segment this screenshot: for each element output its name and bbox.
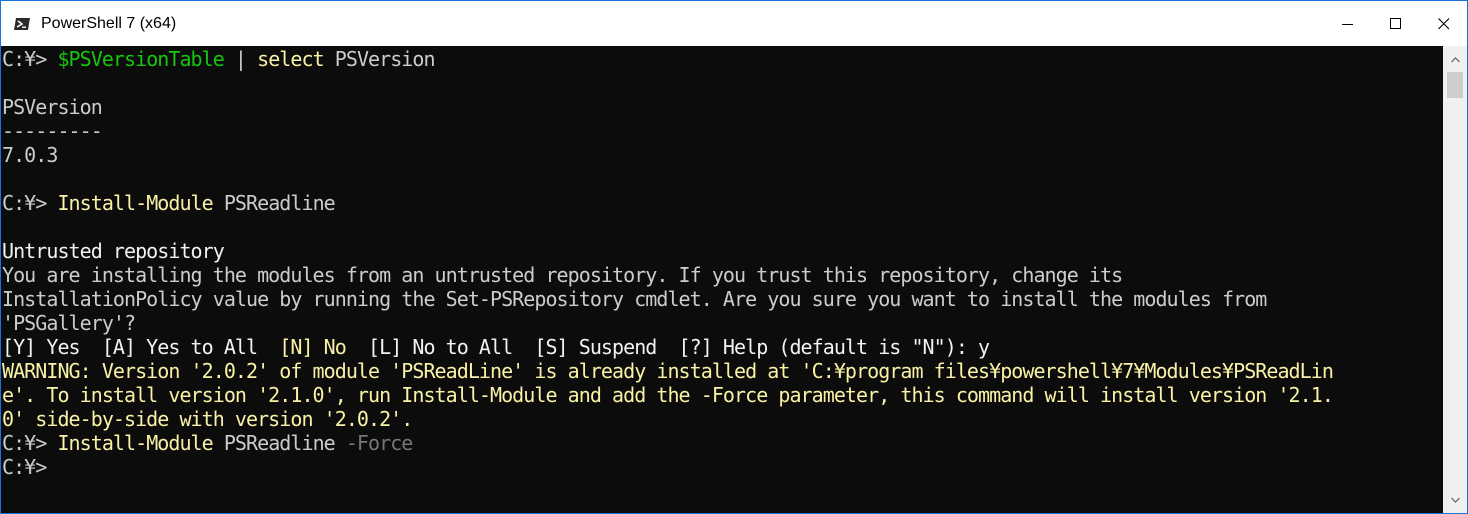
console-text-segment: C:¥> bbox=[2, 47, 58, 71]
minimize-button[interactable] bbox=[1325, 1, 1371, 46]
console-text-segment: PSReadline bbox=[212, 191, 336, 215]
console-text-segment: PSVersion bbox=[2, 95, 103, 119]
scroll-up-arrow-icon[interactable] bbox=[1443, 49, 1467, 71]
caption-buttons bbox=[1323, 1, 1467, 46]
close-button[interactable] bbox=[1421, 1, 1467, 46]
console-text-segment: Install-Module bbox=[57, 431, 213, 455]
console-text-segment: [Y] Yes [A] Yes to All bbox=[2, 335, 280, 359]
console-line: 'PSGallery'? bbox=[2, 311, 136, 335]
console-line: C:¥> bbox=[2, 455, 47, 479]
console-line: C:¥> Install-Module PSReadline bbox=[2, 191, 336, 215]
console-text-segment: | bbox=[223, 47, 258, 71]
console-line: WARNING: Version '2.0.2' of module 'PSRe… bbox=[2, 359, 1334, 383]
minimize-icon bbox=[1342, 23, 1353, 25]
console-text-segment: 0' side-by-side with version '2.0.2'. bbox=[2, 407, 413, 431]
console-text-segment: Install-Module bbox=[57, 191, 213, 215]
console-line: C:¥> Install-Module PSReadline -Force bbox=[2, 431, 413, 455]
maximize-icon bbox=[1390, 17, 1401, 29]
console-text-segment: PSReadline bbox=[212, 431, 346, 455]
console-text-segment: 'PSGallery'? bbox=[2, 311, 136, 335]
console-text-segment: WARNING: Version '2.0.2' of module 'PSRe… bbox=[2, 359, 1334, 383]
console-output[interactable]: C:¥> $PSVersionTable | select PSVersion P… bbox=[1, 46, 1441, 513]
console-line: C:¥> $PSVersionTable | select PSVersion bbox=[2, 47, 436, 71]
console-line: 0' side-by-side with version '2.0.2'. bbox=[2, 407, 413, 431]
console-text-segment: [L] No to All [S] Suspend [?] Help (defa… bbox=[345, 335, 990, 359]
console-line: PSVersion bbox=[2, 95, 103, 119]
console-line: e'. To install version '2.1.0', run Inst… bbox=[2, 383, 1334, 407]
console-text-segment: --------- bbox=[2, 119, 103, 143]
console-line: Untrusted repository bbox=[2, 239, 225, 263]
maximize-button[interactable] bbox=[1373, 1, 1419, 46]
console-line: [Y] Yes [A] Yes to All [N] No [L] No to … bbox=[2, 335, 990, 359]
vertical-scrollbar[interactable] bbox=[1443, 46, 1467, 513]
console-text-segment: [N] No bbox=[279, 335, 346, 359]
console-text-segment: C:¥> bbox=[2, 431, 58, 455]
console-line: InstallationPolicy value by running the … bbox=[2, 287, 1267, 311]
console-text-segment: -Force bbox=[345, 431, 413, 455]
console-text-segment: You are installing the modules from an u… bbox=[2, 263, 1123, 287]
console-line: 7.0.3 bbox=[2, 143, 58, 167]
console-line: --------- bbox=[2, 119, 103, 143]
console-text-segment: $PSVersionTable bbox=[57, 47, 224, 71]
title-bar[interactable]: PowerShell 7 (x64) bbox=[1, 1, 1467, 46]
scroll-down-arrow-icon[interactable] bbox=[1443, 489, 1467, 511]
scroll-thumb[interactable] bbox=[1447, 72, 1463, 98]
console-text-segment: 7.0.3 bbox=[2, 143, 58, 167]
console-text-segment: C:¥> bbox=[2, 455, 47, 479]
window-title: PowerShell 7 (x64) bbox=[41, 14, 177, 32]
console-text-segment: e'. To install version '2.1.0', run Inst… bbox=[2, 383, 1334, 407]
console-line: You are installing the modules from an u… bbox=[2, 263, 1123, 287]
console-text-segment: PSVersion bbox=[323, 47, 436, 71]
console-text-segment: select bbox=[257, 47, 324, 71]
close-icon bbox=[1438, 17, 1450, 29]
console-text-segment: InstallationPolicy value by running the … bbox=[2, 287, 1267, 311]
console-text-segment: C:¥> bbox=[2, 191, 58, 215]
powershell-window: PowerShell 7 (x64) C:¥> $PSVersionTable … bbox=[0, 0, 1468, 514]
console-text-segment: Untrusted repository bbox=[2, 239, 225, 263]
powershell-icon bbox=[13, 17, 31, 31]
